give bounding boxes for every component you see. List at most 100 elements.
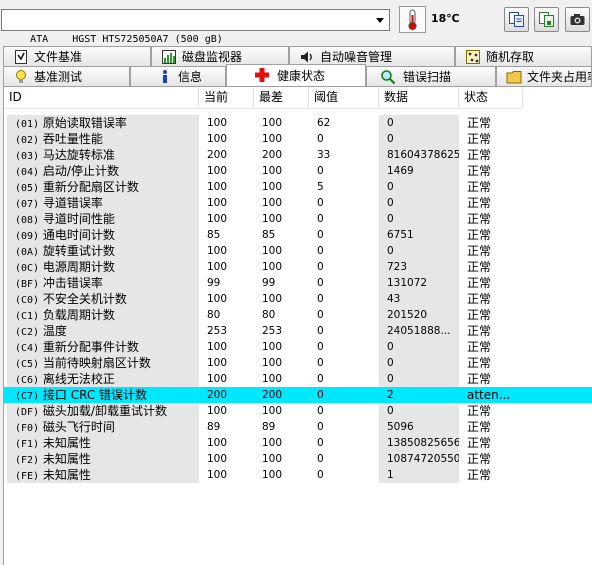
tab-benchmark[interactable]: 基准测试 xyxy=(3,66,130,86)
tab-acoustic-management[interactable]: 自动噪音管理 xyxy=(289,46,455,66)
table-row[interactable]: (0C) 电源周期计数 100 100 0 723 正常 xyxy=(4,259,592,275)
attribute-id: (0C) xyxy=(15,263,40,274)
attribute-id: (02) xyxy=(15,135,40,146)
table-row[interactable]: (C1) 负载周期计数 80 80 0 201520 正常 xyxy=(4,307,592,323)
attribute-id: (C7) xyxy=(15,391,40,402)
attribute-id: (C0) xyxy=(15,295,40,306)
status-value: 正常 xyxy=(467,132,492,146)
threshold-value: 0 xyxy=(317,357,324,369)
save-button[interactable] xyxy=(534,7,559,32)
random-access-icon xyxy=(464,48,482,66)
table-row[interactable]: (04) 启动/停止计数 100 100 0 1469 正常 xyxy=(4,163,592,179)
thermometer-icon xyxy=(399,6,426,33)
current-value: 100 xyxy=(207,373,228,385)
table-row[interactable]: (09) 通电时间计数 85 85 0 6751 正常 xyxy=(4,227,592,243)
attribute-cell: (FE) 未知属性 xyxy=(7,467,199,483)
raw-data-value: 2 xyxy=(379,387,459,403)
tab-folder-usage[interactable]: 文件夹占用率 xyxy=(496,66,592,86)
table-row[interactable]: (03) 马达旋转标准 200 200 33 81604378625 正常 xyxy=(4,147,592,163)
table-row[interactable]: (F0) 磁头飞行时间 89 89 0 5096 正常 xyxy=(4,419,592,435)
tab-file-benchmark[interactable]: 文件基准 xyxy=(3,46,151,66)
attribute-id: (BF) xyxy=(15,279,40,290)
raw-data-value: 201520 xyxy=(379,307,459,323)
attribute-cell: (09) 通电时间计数 xyxy=(7,227,199,243)
screenshot-button[interactable] xyxy=(565,7,590,32)
current-value: 80 xyxy=(207,309,221,321)
current-value: 100 xyxy=(207,213,228,225)
table-row[interactable]: (05) 重新分配扇区计数 100 100 5 0 正常 xyxy=(4,179,592,195)
raw-data-value: 24051888... xyxy=(379,323,459,339)
threshold-value: 0 xyxy=(317,197,324,209)
raw-data-value: 0 xyxy=(379,131,459,147)
worst-value: 100 xyxy=(262,245,283,257)
table-row[interactable]: (FE) 未知属性 100 100 0 1 正常 xyxy=(4,467,592,483)
chevron-down-icon[interactable] xyxy=(371,11,388,29)
tab-label: 文件基准 xyxy=(34,50,83,64)
header-threshold[interactable]: 阈值 xyxy=(309,87,379,109)
table-row[interactable]: (C0) 不安全关机计数 100 100 0 43 正常 xyxy=(4,291,592,307)
attribute-name: 当前待映射扇区计数 xyxy=(42,356,151,370)
tab-info[interactable]: 信息 xyxy=(130,66,226,86)
table-row[interactable]: (08) 寻道时间性能 100 100 0 0 正常 xyxy=(4,211,592,227)
tab-disk-monitor[interactable]: 磁盘监视器 xyxy=(151,46,289,66)
threshold-value: 0 xyxy=(317,453,324,465)
attribute-name: 马达旋转标准 xyxy=(42,148,115,162)
table-row[interactable]: (C2) 温度 253 253 0 24051888... 正常 xyxy=(4,323,592,339)
threshold-value: 0 xyxy=(317,437,324,449)
table-row[interactable]: (C6) 离线无法校正 100 100 0 0 正常 xyxy=(4,371,592,387)
raw-data-value: 1469 xyxy=(379,163,459,179)
table-row[interactable]: (02) 吞吐量性能 100 100 0 0 正常 xyxy=(4,131,592,147)
attribute-name: 未知属性 xyxy=(42,468,91,482)
table-row[interactable]: (C5) 当前待映射扇区计数 100 100 0 0 正常 xyxy=(4,355,592,371)
attribute-cell: (07) 寻道错误率 xyxy=(7,195,199,211)
raw-data-value: 0 xyxy=(379,211,459,227)
attribute-cell: (BF) 冲击错误率 xyxy=(7,275,199,291)
drive-select[interactable]: ATA HGST HTS725050A7 (500 gB) xyxy=(1,9,390,45)
current-value: 100 xyxy=(207,245,228,257)
threshold-value: 0 xyxy=(317,309,324,321)
header-current[interactable]: 当前 xyxy=(199,87,254,109)
attribute-name: 寻道时间性能 xyxy=(42,212,115,226)
table-row[interactable]: (DF) 磁头加载/卸载重试计数 100 100 0 0 正常 xyxy=(4,403,592,419)
attribute-id: (C4) xyxy=(15,343,40,354)
table-row[interactable]: (07) 寻道错误率 100 100 0 0 正常 xyxy=(4,195,592,211)
raw-data-value: 723 xyxy=(379,259,459,275)
attribute-id: (03) xyxy=(15,151,40,162)
table-row[interactable]: (0A) 旋转重试计数 100 100 0 0 正常 xyxy=(4,243,592,259)
worst-value: 100 xyxy=(262,357,283,369)
table-row[interactable]: (01) 原始读取错误率 100 100 62 0 正常 xyxy=(4,115,592,131)
temperature-readout: 18℃ xyxy=(431,12,460,25)
header-worst[interactable]: 最差 xyxy=(254,87,309,109)
worst-value: 200 xyxy=(262,149,283,161)
raw-data-value: 0 xyxy=(379,115,459,131)
status-value: 正常 xyxy=(467,212,492,226)
tab-error-scan[interactable]: 错误扫描 xyxy=(366,66,496,86)
attribute-id: (01) xyxy=(15,119,40,130)
header-status[interactable]: 状态 xyxy=(459,87,523,109)
header-id[interactable]: ID xyxy=(4,87,199,109)
worst-value: 100 xyxy=(262,437,283,449)
tab-label: 磁盘监视器 xyxy=(182,50,243,64)
raw-data-value: 10874720550 xyxy=(379,451,459,467)
table-row[interactable]: (C4) 重新分配事件计数 100 100 0 0 正常 xyxy=(4,339,592,355)
copy-button[interactable] xyxy=(504,7,529,32)
tab-random-access[interactable]: 随机存取 xyxy=(455,46,592,66)
threshold-value: 33 xyxy=(317,149,331,161)
status-value: 正常 xyxy=(467,308,492,322)
attribute-name: 通电时间计数 xyxy=(42,228,115,242)
table-row[interactable]: (F2) 未知属性 100 100 0 10874720550 正常 xyxy=(4,451,592,467)
status-value: 正常 xyxy=(467,324,492,338)
worst-value: 100 xyxy=(262,133,283,145)
attribute-id: (C6) xyxy=(15,375,40,386)
status-value: 正常 xyxy=(467,276,492,290)
table-row[interactable]: (BF) 冲击错误率 99 99 0 131072 正常 xyxy=(4,275,592,291)
current-value: 99 xyxy=(207,277,221,289)
worst-value: 89 xyxy=(262,421,276,433)
header-data[interactable]: 数据 xyxy=(379,87,459,109)
tab-health[interactable]: 健康状态 xyxy=(226,64,366,86)
table-row[interactable]: (C7) 接口 CRC 错误计数 200 200 0 2 atten... xyxy=(4,387,592,403)
table-row[interactable]: (F1) 未知属性 100 100 0 13850825656 正常 xyxy=(4,435,592,451)
raw-data-value: 1 xyxy=(379,467,459,483)
current-value: 100 xyxy=(207,437,228,449)
status-value: 正常 xyxy=(467,196,492,210)
